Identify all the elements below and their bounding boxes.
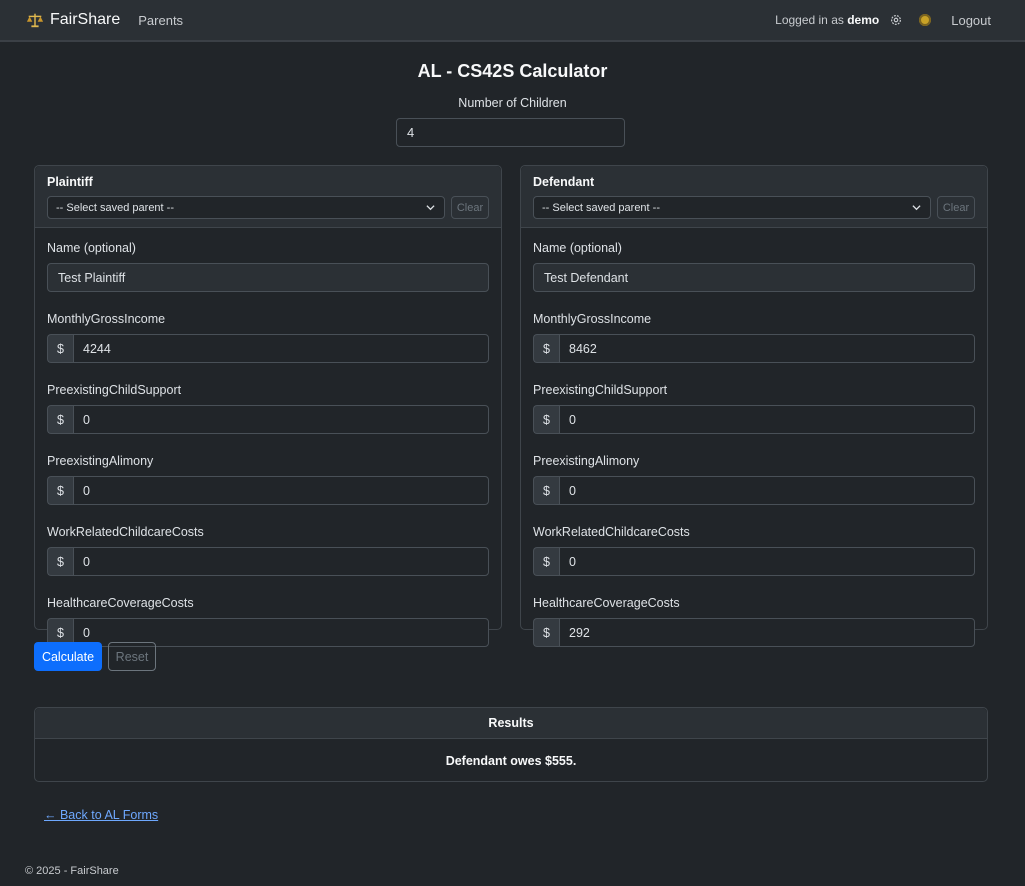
currency-prefix: $ [533, 405, 559, 434]
currency-prefix: $ [533, 618, 559, 647]
calculate-button[interactable]: Calculate [34, 642, 102, 671]
alimony-label: PreexistingAlimony [533, 454, 640, 468]
income-label: MonthlyGrossIncome [47, 312, 166, 326]
logged-in-prefix: Logged in as [775, 13, 844, 27]
childcare-label: WorkRelatedChildcareCosts [47, 525, 204, 539]
defendant-clear-button[interactable]: Clear [937, 196, 975, 219]
username: demo [847, 13, 880, 27]
navbar: FairShare Parents Logged in as demo Logo… [0, 0, 1025, 42]
theme-toggle-icon[interactable] [919, 14, 932, 26]
nav-right: Logged in as demo Logout [775, 13, 999, 28]
logout-link[interactable]: Logout [951, 13, 991, 28]
select-placeholder: -- Select saved parent -- [56, 201, 174, 214]
plaintiff-card-body: Name (optional) Test Plaintiff MonthlyGr… [35, 228, 501, 647]
alimony-label: PreexistingAlimony [47, 454, 154, 468]
plaintiff-saved-parent-select[interactable]: -- Select saved parent -- [47, 196, 445, 219]
brand[interactable]: FairShare [26, 11, 120, 29]
scales-icon [26, 13, 44, 28]
currency-prefix: $ [533, 334, 559, 363]
page-title: AL - CS42S Calculator [417, 61, 608, 81]
defendant-card: Defendant -- Select saved parent -- Clea… [520, 165, 988, 647]
child-support-label: PreexistingChildSupport [47, 383, 182, 397]
plaintiff-clear-button[interactable]: Clear [451, 196, 489, 219]
healthcare-label: HealthcareCoverageCosts [47, 596, 194, 610]
currency-prefix: $ [47, 334, 73, 363]
name-label: Name (optional) [47, 241, 136, 255]
num-children-label: Number of Children [458, 96, 567, 110]
nav-parents-link[interactable]: Parents [138, 13, 183, 28]
plaintiff-select-row: -- Select saved parent -- Clear [47, 196, 489, 219]
plaintiff-child-support-input[interactable]: 0 [73, 405, 489, 434]
plaintiff-childcare-group: $ 0 [47, 547, 489, 576]
gear-icon[interactable] [889, 13, 903, 27]
currency-prefix: $ [533, 547, 559, 576]
child-support-label: PreexistingChildSupport [533, 383, 668, 397]
results-card: Results Defendant owes $555. [34, 707, 988, 782]
plaintiff-alimony-input[interactable]: 0 [73, 476, 489, 505]
name-label: Name (optional) [533, 241, 622, 255]
defendant-income-group: $ 8462 [533, 334, 975, 363]
defendant-childcare-group: $ 0 [533, 547, 975, 576]
defendant-name-input[interactable]: Test Defendant [533, 263, 975, 292]
plaintiff-card-header: Plaintiff -- Select saved parent -- Clea… [35, 166, 501, 228]
defendant-childcare-input[interactable]: 0 [559, 547, 975, 576]
defendant-alimony-group: $ 0 [533, 476, 975, 505]
plaintiff-alimony-group: $ 0 [47, 476, 489, 505]
defendant-child-support-input[interactable]: 0 [559, 405, 975, 434]
chevron-down-icon [912, 205, 921, 211]
back-to-al-forms-link[interactable]: ← Back to AL Forms [44, 808, 158, 822]
currency-prefix: $ [47, 476, 73, 505]
currency-prefix: $ [47, 547, 73, 576]
defendant-select-row: -- Select saved parent -- Clear [533, 196, 975, 219]
chevron-down-icon [426, 205, 435, 211]
childcare-label: WorkRelatedChildcareCosts [533, 525, 690, 539]
plaintiff-income-input[interactable]: 4244 [73, 334, 489, 363]
plaintiff-title: Plaintiff [47, 175, 93, 189]
healthcare-label: HealthcareCoverageCosts [533, 596, 680, 610]
defendant-alimony-input[interactable]: 0 [559, 476, 975, 505]
footer: © 2025 - FairShare [25, 865, 119, 877]
defendant-income-input[interactable]: 8462 [559, 334, 975, 363]
plaintiff-income-group: $ 4244 [47, 334, 489, 363]
plaintiff-card: Plaintiff -- Select saved parent -- Clea… [34, 165, 502, 647]
defendant-healthcare-group: $ 292 [533, 618, 975, 647]
income-label: MonthlyGrossIncome [533, 312, 652, 326]
plaintiff-childcare-input[interactable]: 0 [73, 547, 489, 576]
plaintiff-child-support-group: $ 0 [47, 405, 489, 434]
results-header: Results [35, 708, 987, 739]
defendant-card-body: Name (optional) Test Defendant MonthlyGr… [521, 228, 987, 647]
defendant-child-support-group: $ 0 [533, 405, 975, 434]
select-placeholder: -- Select saved parent -- [542, 201, 660, 214]
currency-prefix: $ [533, 476, 559, 505]
logged-in-text: Logged in as demo [775, 13, 879, 27]
brand-name: FairShare [50, 11, 121, 28]
num-children-input[interactable]: 4 [396, 118, 625, 147]
defendant-saved-parent-select[interactable]: -- Select saved parent -- [533, 196, 931, 219]
currency-prefix: $ [47, 405, 73, 434]
plaintiff-name-input[interactable]: Test Plaintiff [47, 263, 489, 292]
results-text: Defendant owes $555. [445, 753, 577, 768]
defendant-title: Defendant [533, 175, 595, 189]
defendant-card-header: Defendant -- Select saved parent -- Clea… [521, 166, 987, 228]
reset-button[interactable]: Reset [108, 642, 156, 671]
defendant-healthcare-input[interactable]: 292 [559, 618, 975, 647]
